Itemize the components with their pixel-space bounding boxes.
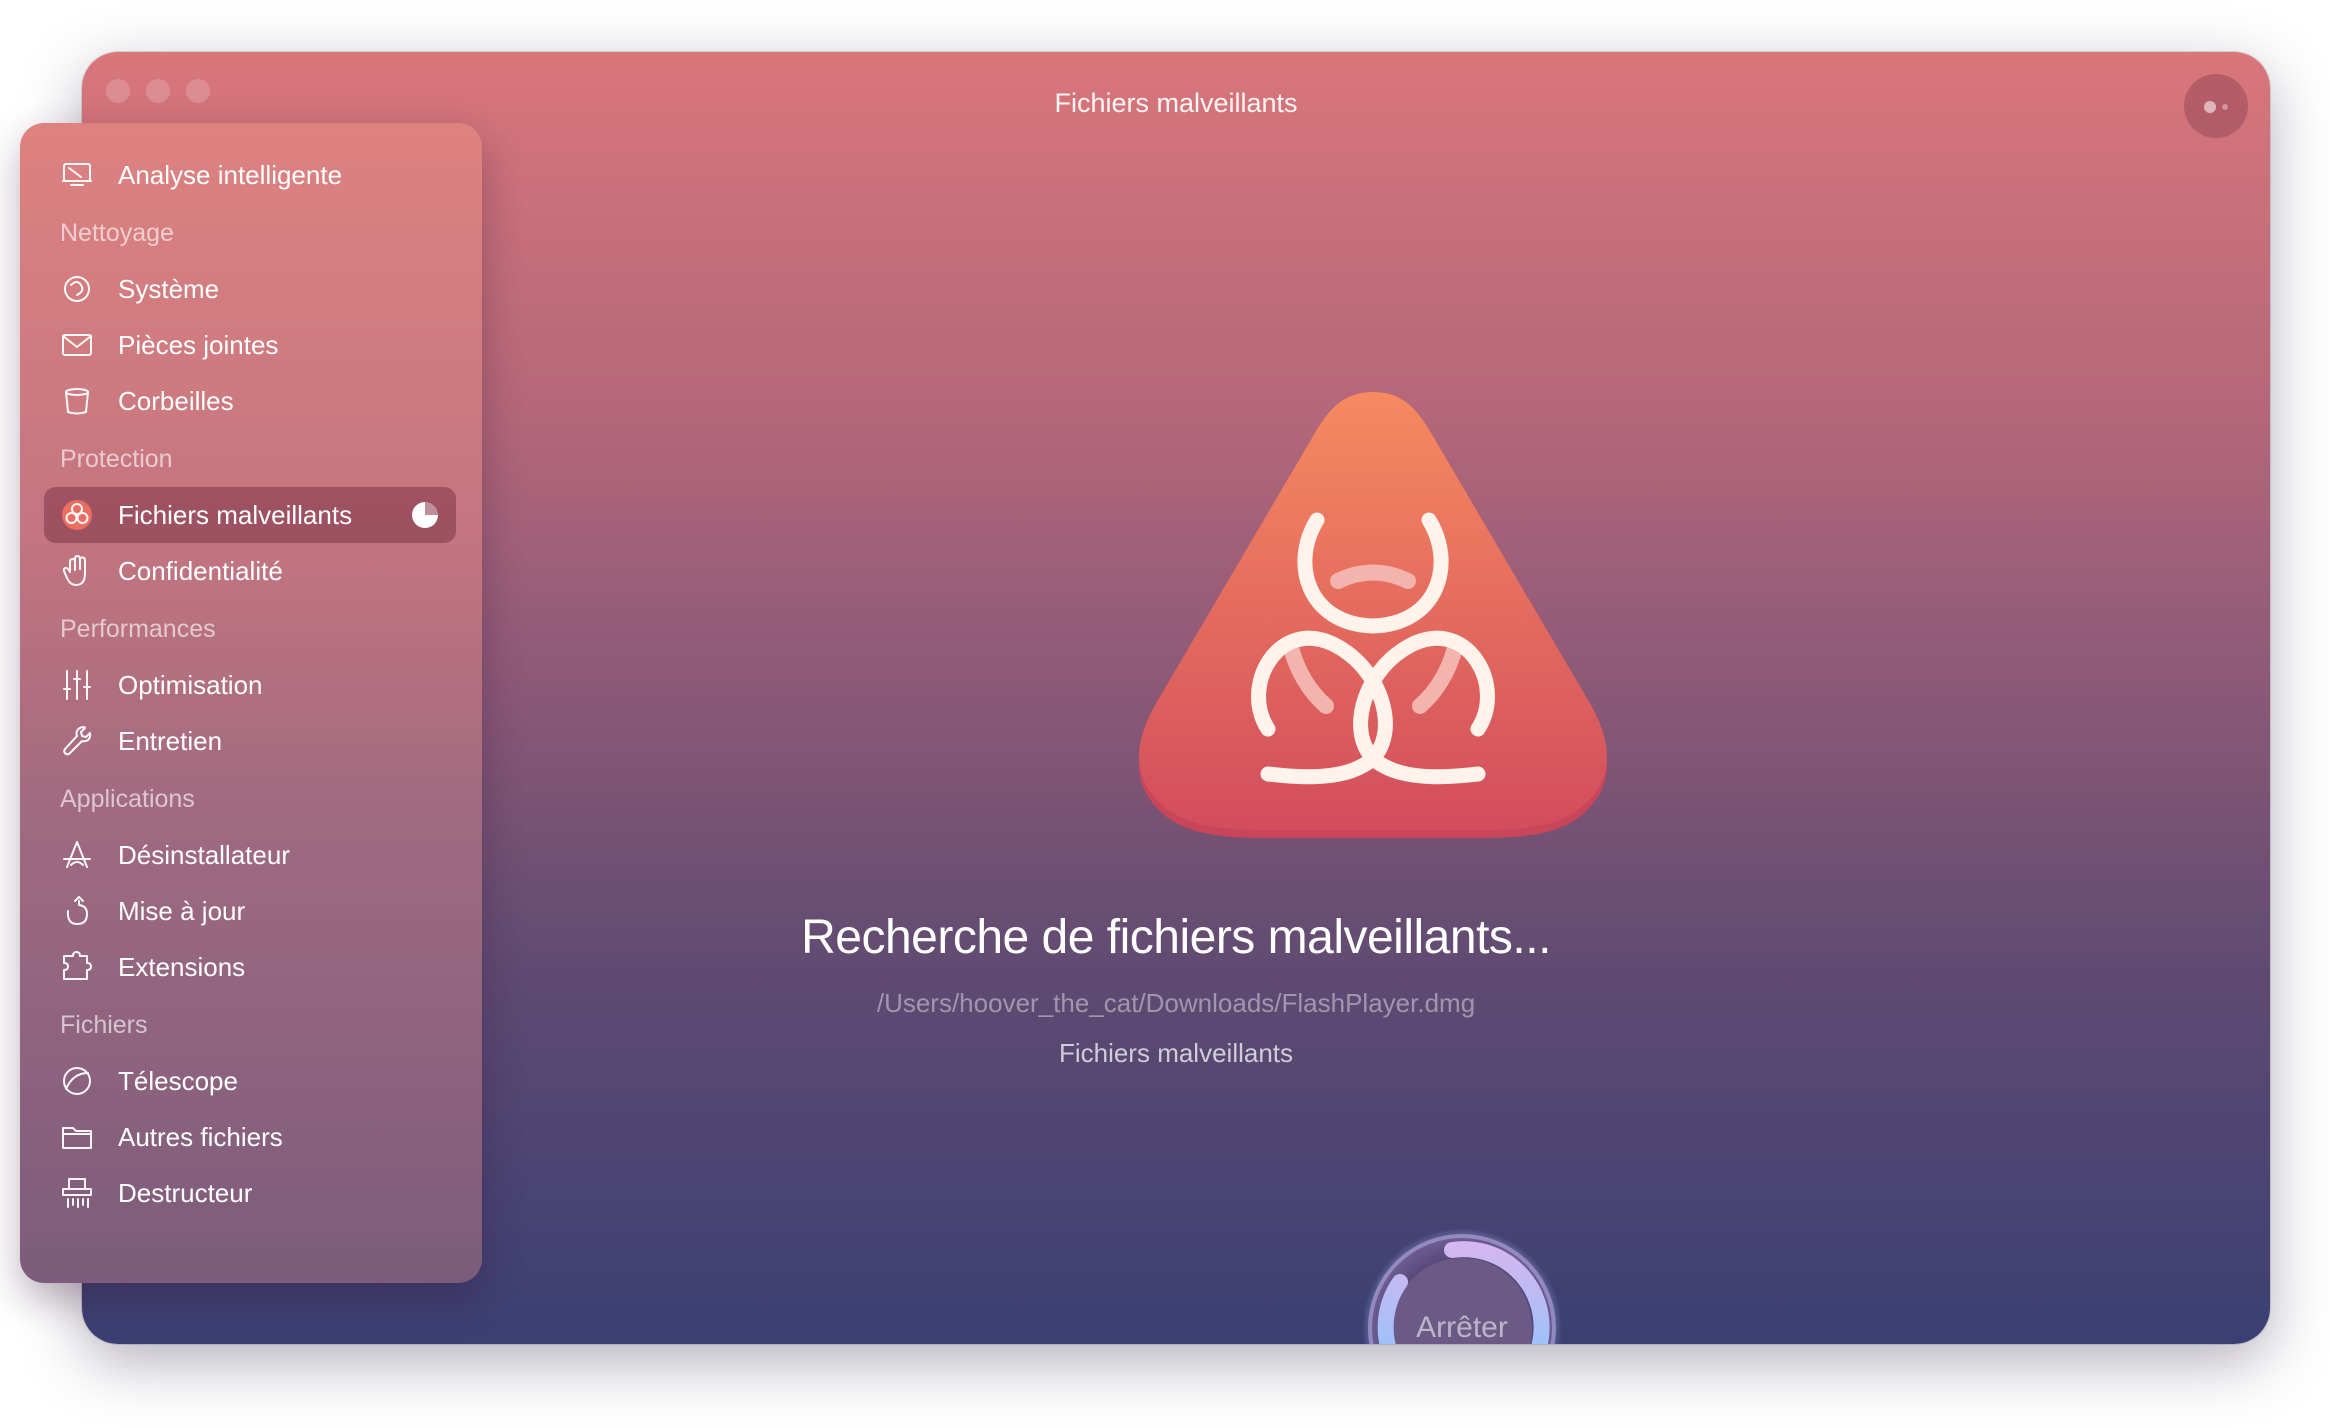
sidebar-item-shredder[interactable]: Destructeur [44, 1165, 456, 1221]
wrench-icon [58, 722, 96, 760]
sidebar-item-maintenance[interactable]: Entretien [44, 713, 456, 769]
sidebar-item-label: Destructeur [118, 1177, 253, 1208]
sidebar-item-label: Analyse intelligente [118, 159, 343, 190]
sidebar-item-privacy[interactable]: Confidentialité [44, 543, 456, 599]
section-title-cleanup: Nettoyage [60, 219, 174, 247]
section-title-files: Fichiers [60, 1011, 148, 1039]
system-junk-icon [58, 270, 96, 308]
window-title: Fichiers malveillants [1054, 88, 1298, 118]
app-store-icon [58, 836, 96, 874]
biohazard-icon [1138, 392, 1608, 838]
sidebar: Analyse intelligente Nettoyage Système P… [20, 123, 482, 1283]
assistant-dot-small-icon [2222, 104, 2228, 110]
trash-bin-icon [58, 382, 96, 420]
shredder-icon [58, 1174, 96, 1212]
sidebar-item-label: Optimisation [118, 669, 263, 700]
hand-icon [58, 552, 96, 590]
sidebar-item-label: Mise à jour [118, 895, 246, 926]
section-title-performance: Performances [60, 615, 216, 643]
sidebar-item-label: Autres fichiers [118, 1121, 283, 1152]
envelope-icon [58, 326, 96, 364]
scan-progress-pie-icon [412, 502, 438, 528]
sidebar-item-label: Fichiers malveillants [118, 499, 353, 530]
sidebar-item-label: Désinstallateur [118, 839, 290, 870]
sidebar-item-malware[interactable]: Fichiers malveillants [44, 487, 456, 543]
sidebar-item-extensions[interactable]: Extensions [44, 939, 456, 995]
sidebar-item-smart-scan[interactable]: Analyse intelligente [44, 147, 456, 203]
section-title-applications: Applications [60, 785, 195, 813]
update-arrow-icon [58, 892, 96, 930]
sidebar-item-uninstaller[interactable]: Désinstallateur [44, 827, 456, 883]
assistant-button[interactable] [2184, 74, 2248, 138]
sidebar-item-label: Extensions [118, 951, 246, 982]
puzzle-icon [58, 948, 96, 986]
sidebar-item-updater[interactable]: Mise à jour [44, 883, 456, 939]
sidebar-item-label: Télescope [118, 1065, 238, 1096]
sliders-icon [58, 666, 96, 704]
sidebar-item-label: Confidentialité [118, 555, 283, 586]
stop-button-container: Arrêter [1360, 1226, 1564, 1344]
sidebar-item-space-lens[interactable]: Télescope [44, 1053, 456, 1109]
sidebar-item-large-old-files[interactable]: Autres fichiers [44, 1109, 456, 1165]
sidebar-item-mail-attachments[interactable]: Pièces jointes [44, 317, 456, 373]
sidebar-item-label: Entretien [118, 725, 223, 756]
lens-icon [58, 1062, 96, 1100]
section-title-protection: Protection [60, 445, 173, 473]
biohazard-small-icon [58, 496, 96, 534]
assistant-dot-icon [2204, 101, 2216, 113]
sidebar-item-system[interactable]: Système [44, 261, 456, 317]
sidebar-item-trash-bins[interactable]: Corbeilles [44, 373, 456, 429]
sidebar-item-optimization[interactable]: Optimisation [44, 657, 456, 713]
sidebar-item-label: Pièces jointes [118, 329, 279, 360]
sidebar-item-label: Système [118, 273, 220, 304]
monitor-icon [58, 156, 96, 194]
sidebar-item-label: Corbeilles [118, 385, 234, 416]
folder-icon [58, 1118, 96, 1156]
